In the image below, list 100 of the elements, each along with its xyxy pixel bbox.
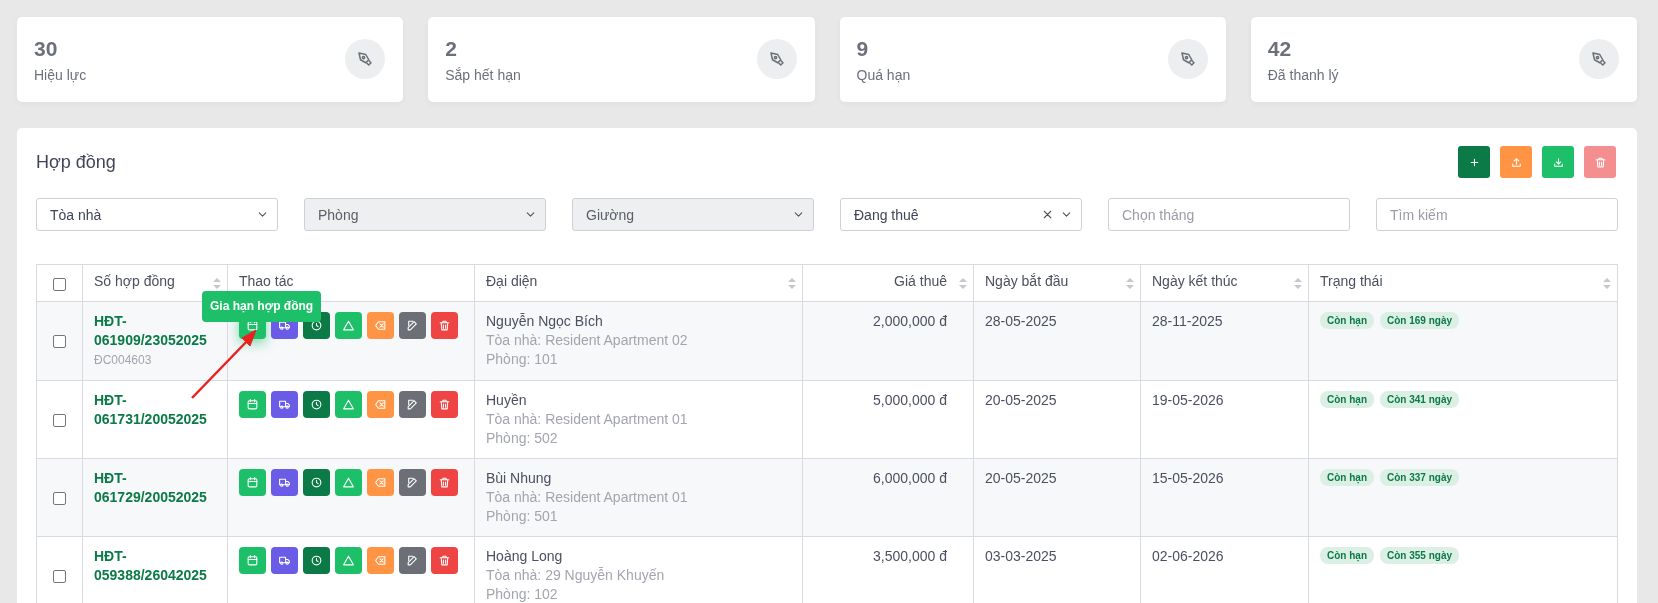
status-badge: Còn hạn [1320,312,1374,329]
building-text: Tòa nhà: Resident Apartment 01 [486,488,689,507]
delete-button[interactable] [431,312,458,339]
status-badge: Còn 337 ngày [1380,469,1460,486]
stat-label: Đã thanh lý [1267,67,1339,83]
column-header[interactable]: Đại diện [486,272,538,289]
clear-icon[interactable] [1041,208,1054,221]
room-text: Phòng: 102 [486,585,559,603]
representative-name: Nguyễn Ngọc Bích [486,312,604,331]
triangle-icon [342,554,355,567]
backspace-icon [374,398,387,411]
warning-button[interactable] [335,547,362,574]
trash-icon [438,554,451,567]
history-button[interactable] [303,391,330,418]
edit-button[interactable] [399,312,426,339]
calendar-icon [246,398,259,411]
column-header[interactable]: Giá thuê [894,272,947,289]
upload-icon [1509,155,1523,169]
warning-button[interactable] [335,469,362,496]
edit-icon [406,398,419,411]
triangle-icon [342,398,355,411]
trash-icon [438,319,451,332]
date-cell: 19-05-2026 [1140,380,1309,459]
date-cell: 28-11-2025 [1140,301,1309,381]
room-text: Phòng: 502 [486,429,559,448]
backspace-icon [374,476,387,489]
renew-button[interactable] [239,469,266,496]
row-checkbox[interactable] [53,413,66,427]
row-checkbox[interactable] [53,335,66,349]
truck-icon [278,554,291,567]
row-checkbox[interactable] [53,569,66,583]
input-field[interactable]: Chọn tháng [1108,198,1350,231]
triangle-icon [342,476,355,489]
delete-button[interactable] [431,469,458,496]
select-all-checkbox[interactable] [53,277,66,291]
delete-button[interactable] [431,547,458,574]
price-cell: 5,000,000 đ [802,380,974,459]
representative-name: Huyền [486,391,528,410]
pen-nib-icon [1579,39,1619,79]
panel-title: Hợp đồng [36,151,116,173]
calendar-icon [246,319,259,332]
truck-icon [278,319,291,332]
history-button[interactable] [303,547,330,574]
renew-button[interactable] [239,391,266,418]
renew-button[interactable] [239,547,266,574]
history-button[interactable] [303,469,330,496]
stat-value: 30 [34,37,59,61]
status-badge: Còn 341 ngày [1380,391,1460,408]
tooltip: Gia hạn hợp đồng [202,291,322,322]
edit-button[interactable] [399,547,426,574]
clock-icon [310,476,323,489]
column-header[interactable]: Trạng thái [1320,272,1383,289]
contract-code: ĐC004603 [94,353,152,367]
edit-icon [406,554,419,567]
price-cell: 2,000,000 đ [802,301,974,381]
warning-button[interactable] [335,312,362,339]
calendar-icon [246,554,259,567]
triangle-icon [342,319,355,332]
status-badge: Còn hạn [1320,391,1374,408]
calendar-icon [246,476,259,489]
edit-button[interactable] [399,391,426,418]
transfer-button[interactable] [271,391,298,418]
select-field[interactable]: Đang thuê [840,198,1082,231]
select-field[interactable]: Tòa nhà [36,198,278,231]
status-badge: Còn hạn [1320,547,1374,564]
backspace-icon [374,554,387,567]
clock-icon [310,398,323,411]
date-cell: 15-05-2026 [1140,458,1309,537]
edit-button[interactable] [399,469,426,496]
status-badge: Còn hạn [1320,469,1374,486]
input-field[interactable]: Tìm kiếm [1376,198,1618,231]
stat-value: 2 [445,37,458,61]
backspace-icon [374,319,387,332]
row-checkbox[interactable] [53,491,66,505]
stat-value: 9 [856,37,870,61]
edit-icon [406,476,419,489]
truck-icon [278,398,291,411]
trash-icon [1593,155,1607,169]
clock-icon [310,554,323,567]
date-cell: 28-05-2025 [973,301,1141,381]
edit-icon [406,319,419,332]
date-cell: 20-05-2025 [973,458,1141,537]
status-badge: Còn 355 ngày [1380,547,1460,564]
clock-icon [310,319,323,332]
stat-label: Quá hạn [856,67,911,83]
transfer-button[interactable] [271,547,298,574]
stat-value: 42 [1267,37,1293,61]
download-icon [1551,155,1565,169]
price-cell: 6,000,000 đ [802,458,974,537]
representative-name: Hoàng Long [486,547,564,566]
delete-button[interactable] [431,391,458,418]
column-header: Thao tác [239,272,294,289]
representative-name: Bùi Nhung [486,469,553,488]
truck-icon [278,476,291,489]
transfer-button[interactable] [271,469,298,496]
date-cell: 20-05-2025 [973,380,1141,459]
trash-icon [438,476,451,489]
warning-button[interactable] [335,391,362,418]
building-text: Tòa nhà: Resident Apartment 01 [486,410,689,429]
stat-label: Hiệu lực [34,67,87,83]
